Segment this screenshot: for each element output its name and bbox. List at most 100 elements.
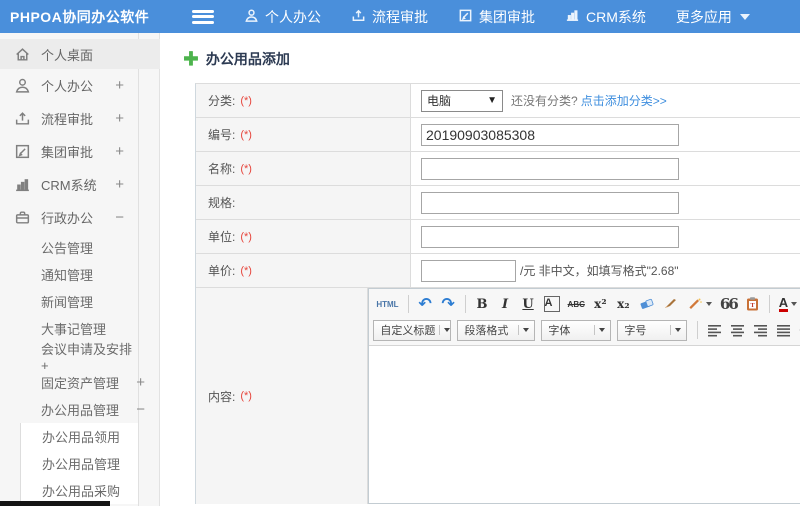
expand-plus-icon[interactable]: + xyxy=(115,110,124,127)
sidebar-item-supplies-claim[interactable]: 办公用品领用 xyxy=(21,423,138,450)
editor-content-area[interactable] xyxy=(369,346,800,503)
subscript-button[interactable]: x₂ xyxy=(613,294,634,315)
underline-button[interactable]: U xyxy=(518,294,539,315)
sidebar-item-announcement-mgmt[interactable]: 公告管理 xyxy=(0,234,138,261)
expand-plus-icon[interactable]: + xyxy=(115,77,124,94)
align-left-icon[interactable] xyxy=(704,320,725,341)
sidebar-item-label: 办公用品领用 xyxy=(42,430,121,445)
undo-icon[interactable]: ↶ xyxy=(415,294,436,315)
sidebar-item-personal-desktop[interactable]: 个人桌面 xyxy=(0,39,160,69)
custom-title-combo[interactable]: 自定义标题 xyxy=(373,319,452,341)
nav-workflow-approval[interactable]: 流程审批 xyxy=(351,7,428,27)
sidebar-item-supplies-purchase[interactable]: 办公用品采购 xyxy=(21,477,138,504)
field-label: 编号: (*) xyxy=(196,118,411,151)
bar-chart-icon xyxy=(14,176,31,193)
align-right-icon[interactable] xyxy=(750,320,771,341)
expand-plus-icon[interactable]: + xyxy=(136,374,145,391)
unit-input[interactable] xyxy=(421,225,679,248)
sidebar-item-label: 办公用品采购 xyxy=(42,484,121,499)
paragraph-format-combo[interactable]: 段落格式 xyxy=(457,319,536,341)
sidebar-item-group-approval[interactable]: 集团审批 + xyxy=(0,135,138,168)
sidebar-item-supplies-manage[interactable]: 办公用品管理 xyxy=(21,450,138,477)
sidebar-item-personal-office[interactable]: 个人办公 + xyxy=(0,69,138,102)
field-value xyxy=(411,118,800,151)
price-input[interactable] xyxy=(421,259,516,282)
required-marker: (*) xyxy=(240,264,252,277)
sidebar-item-label: 固定资产管理 xyxy=(41,376,120,391)
eraser-icon[interactable] xyxy=(636,294,658,315)
edit-square-icon xyxy=(14,143,31,160)
top-navigation: 个人办公 流程审批 集团审批 CRM系统 更多应用 xyxy=(244,7,750,27)
sidebar-item-label: 大事记管理 xyxy=(41,322,107,337)
strikethrough-button[interactable]: ABC xyxy=(565,294,588,315)
toolbar-separator xyxy=(768,295,770,313)
paste-as-text-icon[interactable]: T xyxy=(742,294,763,315)
sidebar-item-admin-office[interactable]: 行政办公 − xyxy=(0,201,138,234)
workflow-icon xyxy=(351,8,366,26)
home-icon xyxy=(14,46,31,63)
link-icon[interactable] xyxy=(796,320,800,341)
user-icon xyxy=(14,77,31,94)
auto-typeset-icon[interactable] xyxy=(684,294,715,315)
blockquote-button[interactable]: 66 xyxy=(717,294,740,315)
page-title-text: 办公用品添加 xyxy=(205,51,290,67)
format-painter-icon[interactable] xyxy=(660,294,682,315)
field-value: /元 非中文，如填写格式"2.68" xyxy=(411,254,800,287)
nav-personal-office[interactable]: 个人办公 xyxy=(244,7,321,27)
expand-plus-icon[interactable]: + xyxy=(115,143,124,160)
field-label: 名称: (*) xyxy=(196,152,411,185)
sidebar-item-crm-system[interactable]: CRM系统 + xyxy=(0,168,138,201)
sidebar-item-office-supplies-mgmt[interactable]: 办公用品管理 − xyxy=(0,396,145,423)
sidebar-subgroup-office-supplies: 办公用品领用 办公用品管理 办公用品采购 xyxy=(20,423,138,504)
nav-more-apps[interactable]: 更多应用 xyxy=(676,7,750,27)
name-input[interactable] xyxy=(421,157,679,180)
sidebar-item-label: 行政办公 xyxy=(41,211,94,226)
bold-button[interactable]: B xyxy=(472,294,493,315)
add-category-link[interactable]: 点击添加分类>> xyxy=(581,92,667,109)
field-label: 内容: (*) xyxy=(196,288,369,504)
spec-input[interactable] xyxy=(421,191,679,214)
page-title: ✚ 办公用品添加 xyxy=(183,49,800,69)
sidebar-item-label: CRM系统 xyxy=(41,178,97,193)
add-plus-icon: ✚ xyxy=(183,48,199,70)
source-code-button[interactable]: HTML xyxy=(373,294,401,315)
nav-crm-system[interactable]: CRM系统 xyxy=(565,7,646,27)
italic-button[interactable]: I xyxy=(495,294,516,315)
category-select[interactable]: 电脑 ▼ xyxy=(421,89,503,112)
required-marker: (*) xyxy=(240,162,252,175)
required-marker: (*) xyxy=(240,94,252,107)
label-text: 名称: xyxy=(208,162,236,176)
editor-toolbar-row-2: 自定义标题 段落格式 字体 字号 xyxy=(373,317,800,343)
align-justify-icon[interactable] xyxy=(773,320,794,341)
field-value: 电脑 ▼ 还没有分类? 点击添加分类>> xyxy=(411,84,800,117)
field-value xyxy=(411,152,800,185)
sidebar-item-workflow-approval[interactable]: 流程审批 + xyxy=(0,102,138,135)
field-label: 单价: (*) xyxy=(196,254,411,287)
font-size-combo[interactable]: 字号 xyxy=(617,319,688,341)
sidebar: 个人桌面 个人办公 + 流程审批 + 集团审批 + CRM系统 + 行政办公 −… xyxy=(0,33,160,506)
font-family-combo[interactable]: 字体 xyxy=(541,319,612,341)
collapse-minus-icon[interactable]: − xyxy=(136,401,145,418)
superscript-button[interactable]: x² xyxy=(590,294,611,315)
sidebar-item-news-mgmt[interactable]: 新闻管理 xyxy=(0,288,138,315)
align-center-icon[interactable] xyxy=(727,320,748,341)
font-color-button[interactable]: A xyxy=(776,294,800,315)
sidebar-item-label: 个人办公 xyxy=(41,79,94,94)
sidebar-item-fixed-assets-mgmt[interactable]: 固定资产管理 + xyxy=(0,369,145,396)
hamburger-menu-icon[interactable] xyxy=(192,9,214,24)
topbar: PHPOA协同办公软件 个人办公 流程审批 集团审批 CRM系统 更多应用 xyxy=(0,0,800,33)
toolbar-separator xyxy=(407,295,409,313)
collapse-minus-icon[interactable]: − xyxy=(115,209,124,226)
sidebar-item-notice-mgmt[interactable]: 通知管理 xyxy=(0,261,138,288)
label-text: 分类: xyxy=(208,94,236,108)
sidebar-item-meeting-mgmt[interactable]: 会议申请及安排+ xyxy=(0,342,138,373)
redo-icon[interactable]: ↷ xyxy=(438,294,459,315)
code-input[interactable] xyxy=(421,123,679,146)
nav-group-approval[interactable]: 集团审批 xyxy=(458,7,535,27)
form-row-price: 单价: (*) /元 非中文，如填写格式"2.68" xyxy=(196,254,800,288)
nav-label: CRM系统 xyxy=(586,8,646,25)
expand-plus-icon[interactable]: + xyxy=(115,176,124,193)
toolbar-separator xyxy=(697,321,699,339)
font-border-button[interactable]: A xyxy=(543,296,560,312)
app-window: PHPOA协同办公软件 个人办公 流程审批 集团审批 CRM系统 更多应用 个人… xyxy=(0,0,800,506)
